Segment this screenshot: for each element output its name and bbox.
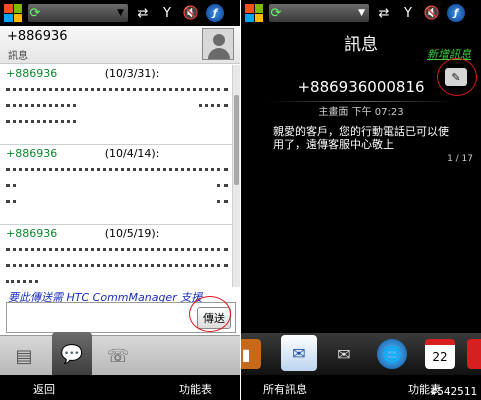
message-item[interactable]: +886936 (10/4/14):: [0, 145, 232, 225]
signal-icon: Y: [163, 5, 171, 21]
data-transfer-icon: ⇄: [378, 5, 390, 21]
windows-flag-icon[interactable]: [245, 4, 263, 22]
bottom-tab-bar: ▤ 💬 ☏: [0, 332, 240, 376]
message-scrollbar[interactable]: [232, 65, 240, 287]
calendar-dock-icon[interactable]: 22: [425, 339, 455, 369]
softkey-bar: 返回 功能表: [0, 375, 240, 400]
message-sender: +886936: [6, 227, 58, 240]
app-dock: ▮ ✉ ✉ 🌐 22: [241, 333, 481, 375]
scroll-thumb[interactable]: [234, 95, 239, 185]
message-body-obscured: [6, 242, 228, 287]
message-body-obscured: [6, 162, 228, 218]
messages-dock-icon[interactable]: ✉: [281, 335, 317, 371]
speaker-mute-icon: 🔇: [182, 5, 200, 21]
divider: [269, 101, 453, 102]
message-list[interactable]: +886936 (10/3/31): +886936 (10/4/14): +8…: [0, 65, 232, 287]
redacted-block: [57, 67, 102, 77]
comm-manager-icon[interactable]: ƒ: [447, 4, 465, 22]
message-date: (10/3/31):: [104, 67, 160, 80]
message-date: (10/4/14):: [104, 147, 160, 160]
all-messages-softkey[interactable]: 所有訊息: [263, 381, 307, 397]
dropdown-icon: ▼: [358, 8, 365, 18]
watermark: #542511: [430, 385, 477, 398]
message-sender: +886936: [6, 147, 58, 160]
edit-highlight-circle: [437, 58, 477, 96]
avatar-head-shape: [213, 34, 225, 46]
call-history-tab[interactable]: ☏: [98, 336, 138, 376]
data-transfer-icon: ⇄: [137, 5, 149, 21]
message-body-obscured: [6, 82, 228, 138]
internet-dock-icon[interactable]: 🌐: [377, 339, 407, 369]
signal-icon: Y: [404, 5, 412, 21]
send-highlight-circle: [189, 296, 231, 332]
menu-softkey[interactable]: 功能表: [179, 381, 212, 397]
sync-status-pill[interactable]: ⟳ ▼: [28, 4, 128, 22]
page-indicator: 1 / 17: [447, 154, 473, 164]
contact-number: +886936: [7, 29, 68, 44]
message-header: +886936 (10/3/31):: [6, 67, 228, 80]
header-label: 訊息: [8, 51, 28, 62]
sync-icon: ⟳: [270, 5, 282, 21]
message-sender: +886936: [6, 67, 58, 80]
redacted-block: [57, 227, 102, 237]
messages-tab[interactable]: 💬: [52, 332, 92, 376]
left-screen: ⟳ ▼ ⇄ Y 🔇 ƒ +886936 訊息 +886936 (10/3/31)…: [0, 0, 240, 400]
sync-icon: ⟳: [29, 5, 41, 21]
message-date: (10/5/19):: [104, 227, 160, 240]
status-bar: ⟳ ▼ ⇄ Y 🔇 ƒ: [0, 0, 240, 26]
avatar-body-shape: [208, 48, 230, 59]
email-dock-icon[interactable]: ✉: [329, 339, 359, 369]
contact-avatar[interactable]: [202, 28, 234, 60]
sync-status-pill[interactable]: ⟳ ▼: [269, 4, 369, 22]
message-header: +886936 (10/5/19):: [6, 227, 228, 240]
comm-manager-icon[interactable]: ƒ: [206, 4, 224, 22]
status-bar: ⟳ ▼ ⇄ Y 🔇 ƒ: [241, 0, 481, 26]
speaker-mute-icon: 🔇: [423, 5, 441, 21]
message-header: +886936 (10/4/14):: [6, 147, 228, 160]
message-item[interactable]: +886936 (10/5/19):: [0, 225, 232, 287]
windows-flag-icon[interactable]: [4, 4, 22, 22]
redacted-block: [57, 147, 102, 157]
more-dock-icon[interactable]: [467, 339, 481, 369]
dropdown-icon: ▼: [117, 8, 124, 18]
softkey-bar: 所有訊息 功能表 #542511: [241, 375, 481, 400]
message-time: 主畫面 下午 07:23: [318, 107, 404, 118]
right-screen: ⟳ ▼ ⇄ Y 🔇 ƒ 訊息 新增訊息 +886936000816 ✎ 主畫面 …: [241, 0, 481, 400]
contacts-dock-icon[interactable]: ▮: [241, 339, 261, 369]
message-body: 親愛的客戶，您的行動電話已可以使用了，遠傳客服中心敬上: [273, 125, 449, 151]
back-softkey[interactable]: 返回: [33, 381, 55, 397]
contact-card-tab[interactable]: ▤: [4, 336, 44, 376]
message-item[interactable]: +886936 (10/3/31):: [0, 65, 232, 145]
conversation-header: +886936 訊息: [0, 26, 240, 64]
